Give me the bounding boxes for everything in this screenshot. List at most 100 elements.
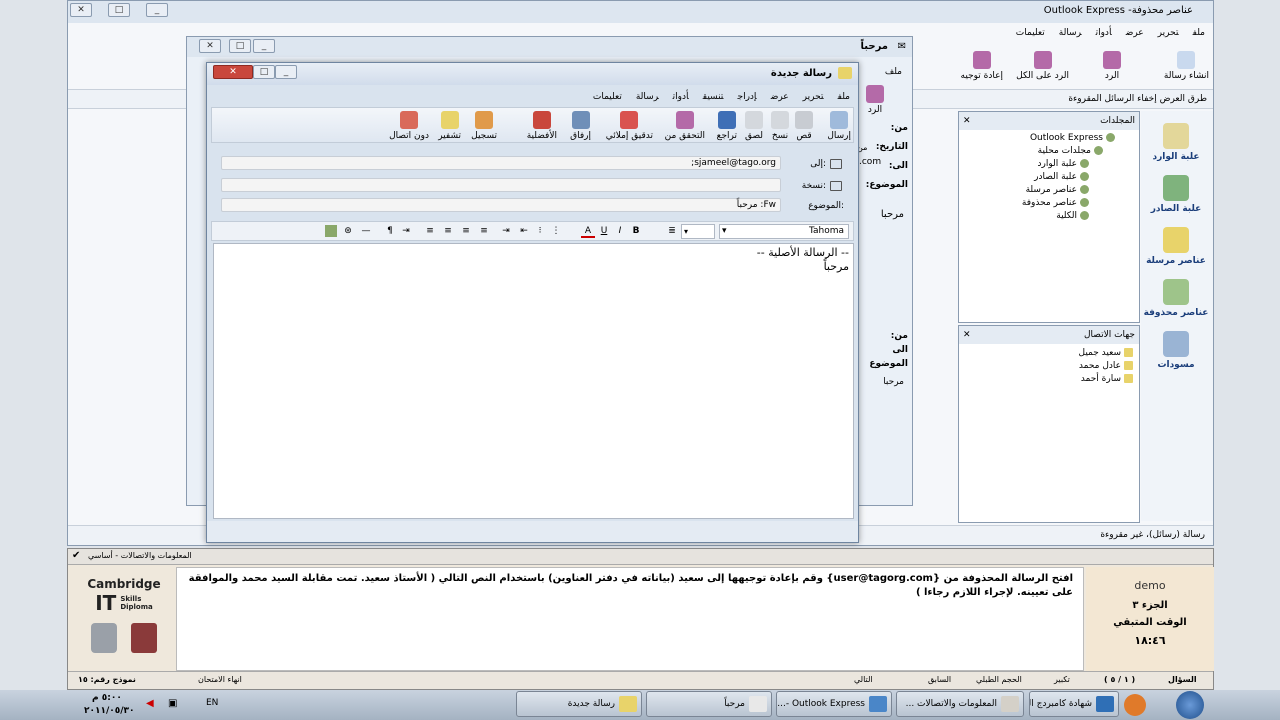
check-names-button[interactable]: التحقق من <box>665 111 705 141</box>
menu-format[interactable]: تنسيق <box>703 92 724 102</box>
tree-local-folders[interactable]: مجلدات محلية <box>1038 146 1103 156</box>
prev-button[interactable]: السابق <box>928 675 951 684</box>
ltr-button[interactable]: ⇥ <box>399 224 413 238</box>
decrease-indent-button[interactable]: ⇤ <box>517 224 531 238</box>
font-color-button[interactable]: A <box>581 224 595 238</box>
message-menu-file[interactable]: ملف <box>885 67 902 77</box>
close-icon[interactable]: ✕ <box>963 326 971 344</box>
paragraph-style-button[interactable]: ≣ <box>665 224 679 238</box>
cut-button[interactable]: قص <box>795 111 813 141</box>
taskbar-item[interactable]: شهادة كامبردج الد... <box>1029 691 1119 717</box>
maximize-button[interactable]: □ <box>253 65 275 79</box>
menu-edit[interactable]: تحرير <box>1158 28 1179 38</box>
to-label[interactable]: إلى: <box>810 159 826 169</box>
link-icon[interactable]: ⊛ <box>341 224 355 238</box>
tree-inbox[interactable]: علبة الوارد <box>1038 159 1089 169</box>
menu-help[interactable]: تعليمات <box>1016 28 1045 38</box>
contact-item[interactable]: عادل محمد <box>1079 361 1133 371</box>
copy-button[interactable]: نسخ <box>771 111 789 141</box>
message-reply-button[interactable]: الرد <box>866 85 884 115</box>
taskbar-item[interactable]: رسالة جديدة <box>516 691 642 717</box>
address-book-icon[interactable] <box>830 181 842 191</box>
priority-button[interactable]: الأفضلية <box>527 111 557 141</box>
tree-deleted[interactable]: عناصر محذوفة <box>1022 198 1089 208</box>
menu-message[interactable]: رسالة <box>1059 28 1082 38</box>
minimize-button[interactable]: _ <box>253 39 275 53</box>
justify-button[interactable]: ≡ <box>423 224 437 238</box>
tree-sent[interactable]: عناصر مرسلة <box>1026 185 1089 195</box>
spelling-button[interactable]: تدقيق إملائي <box>606 111 653 141</box>
tree-college[interactable]: الكلية <box>1056 211 1089 221</box>
tabular-size-button[interactable]: الحجم الطبلي <box>976 675 1022 684</box>
nav-inbox[interactable]: علبة الوارد <box>1141 123 1211 162</box>
contact-item[interactable]: سارة أحمد <box>1081 374 1133 384</box>
cc-field[interactable] <box>221 178 781 192</box>
to-field[interactable]: sjameel@tago.org; <box>221 156 781 170</box>
minimize-button[interactable]: _ <box>275 65 297 79</box>
sign-button[interactable]: تسجيل <box>471 111 497 141</box>
encrypt-button[interactable]: تشفير <box>438 111 461 141</box>
menu-insert[interactable]: إدراج <box>738 92 757 102</box>
maximize-button[interactable]: □ <box>108 3 130 17</box>
menu-tools[interactable]: أدوات <box>673 92 689 102</box>
maximize-button[interactable]: □ <box>229 39 251 53</box>
close-button[interactable]: ✕ <box>213 65 253 79</box>
nav-drafts[interactable]: مسودات <box>1141 331 1211 370</box>
start-button[interactable] <box>1176 691 1204 719</box>
nav-outbox[interactable]: علبة الصادر <box>1141 175 1211 214</box>
compose-body[interactable]: -- الرسالة الأصلية -- مرحباً <box>213 243 854 519</box>
align-left-button[interactable]: ≡ <box>477 224 491 238</box>
create-mail-button[interactable]: انشاء رسالة <box>1164 51 1209 81</box>
subject-field[interactable]: Fw: مرحباً <box>221 198 781 212</box>
taskbar-item[interactable]: مرحباً <box>646 691 772 717</box>
next-button[interactable]: التالي <box>854 675 873 684</box>
close-icon[interactable]: ✕ <box>963 112 971 130</box>
forward-button[interactable]: إعادة توجيه <box>961 51 1003 81</box>
menu-view[interactable]: عرض <box>771 92 789 102</box>
nav-sent[interactable]: عناصر مرسلة <box>1141 227 1211 266</box>
zoom-button[interactable]: تكبير <box>1054 675 1070 684</box>
menu-file[interactable]: ملف <box>838 92 850 102</box>
menu-edit[interactable]: تحرير <box>803 92 824 102</box>
menu-help[interactable]: تعليمات <box>593 92 622 102</box>
horizontal-line-button[interactable]: — <box>359 224 373 238</box>
close-button[interactable]: ✕ <box>70 3 92 17</box>
minimize-button[interactable]: _ <box>146 3 168 17</box>
undo-button[interactable]: تراجع <box>717 111 737 141</box>
reply-all-button[interactable]: الرد على الكل <box>1016 51 1069 81</box>
menu-tools[interactable]: أدوات <box>1096 28 1112 38</box>
menu-message[interactable]: رسالة <box>636 92 659 102</box>
send-button[interactable]: إرسال <box>827 111 851 141</box>
increase-indent-button[interactable]: ⇥ <box>499 224 513 238</box>
attach-button[interactable]: إرفاق <box>570 111 591 141</box>
offline-button[interactable]: دون اتصال <box>389 111 429 141</box>
cc-label[interactable]: نسخة: <box>802 181 826 191</box>
tree-outbox[interactable]: علبة الصادر <box>1034 172 1089 182</box>
address-book-icon[interactable] <box>830 159 842 169</box>
menu-view[interactable]: عرض <box>1126 28 1144 38</box>
speaker-icon[interactable]: ◀ <box>146 698 154 709</box>
numbered-list-button[interactable]: ⋮ <box>549 224 563 238</box>
network-icon[interactable]: ▣ <box>168 698 177 709</box>
align-right-button[interactable]: ≡ <box>441 224 455 238</box>
underline-button[interactable]: U <box>597 224 611 238</box>
reply-button[interactable]: الرد <box>1103 51 1121 81</box>
language-indicator[interactable]: EN <box>206 698 218 708</box>
font-select[interactable]: Tahoma ▾ <box>719 224 849 239</box>
close-button[interactable]: ✕ <box>199 39 221 53</box>
insert-picture-icon[interactable] <box>325 225 337 237</box>
tree-outlook-express[interactable]: Outlook Express <box>1030 133 1115 143</box>
view-bar-label[interactable]: طرق العرض إخفاء الرسائل المقروءة <box>1068 94 1207 104</box>
bold-button[interactable]: B <box>629 224 643 238</box>
align-center-button[interactable]: ≡ <box>459 224 473 238</box>
nav-deleted[interactable]: عناصر محذوفة <box>1141 279 1211 318</box>
paste-button[interactable]: لصق <box>745 111 763 141</box>
taskbar-item[interactable]: Outlook Express -... <box>776 691 892 717</box>
rtl-button[interactable]: ¶ <box>383 224 397 238</box>
italic-button[interactable]: I <box>613 224 627 238</box>
bullet-list-button[interactable]: ⁝ <box>533 224 547 238</box>
taskbar-item[interactable]: المعلومات والاتصالات ... <box>896 691 1024 717</box>
font-size-select[interactable]: ▾ <box>681 224 715 239</box>
firefox-icon[interactable] <box>1124 694 1146 716</box>
finish-exam-button[interactable]: انهاء الامتحان <box>198 675 242 684</box>
